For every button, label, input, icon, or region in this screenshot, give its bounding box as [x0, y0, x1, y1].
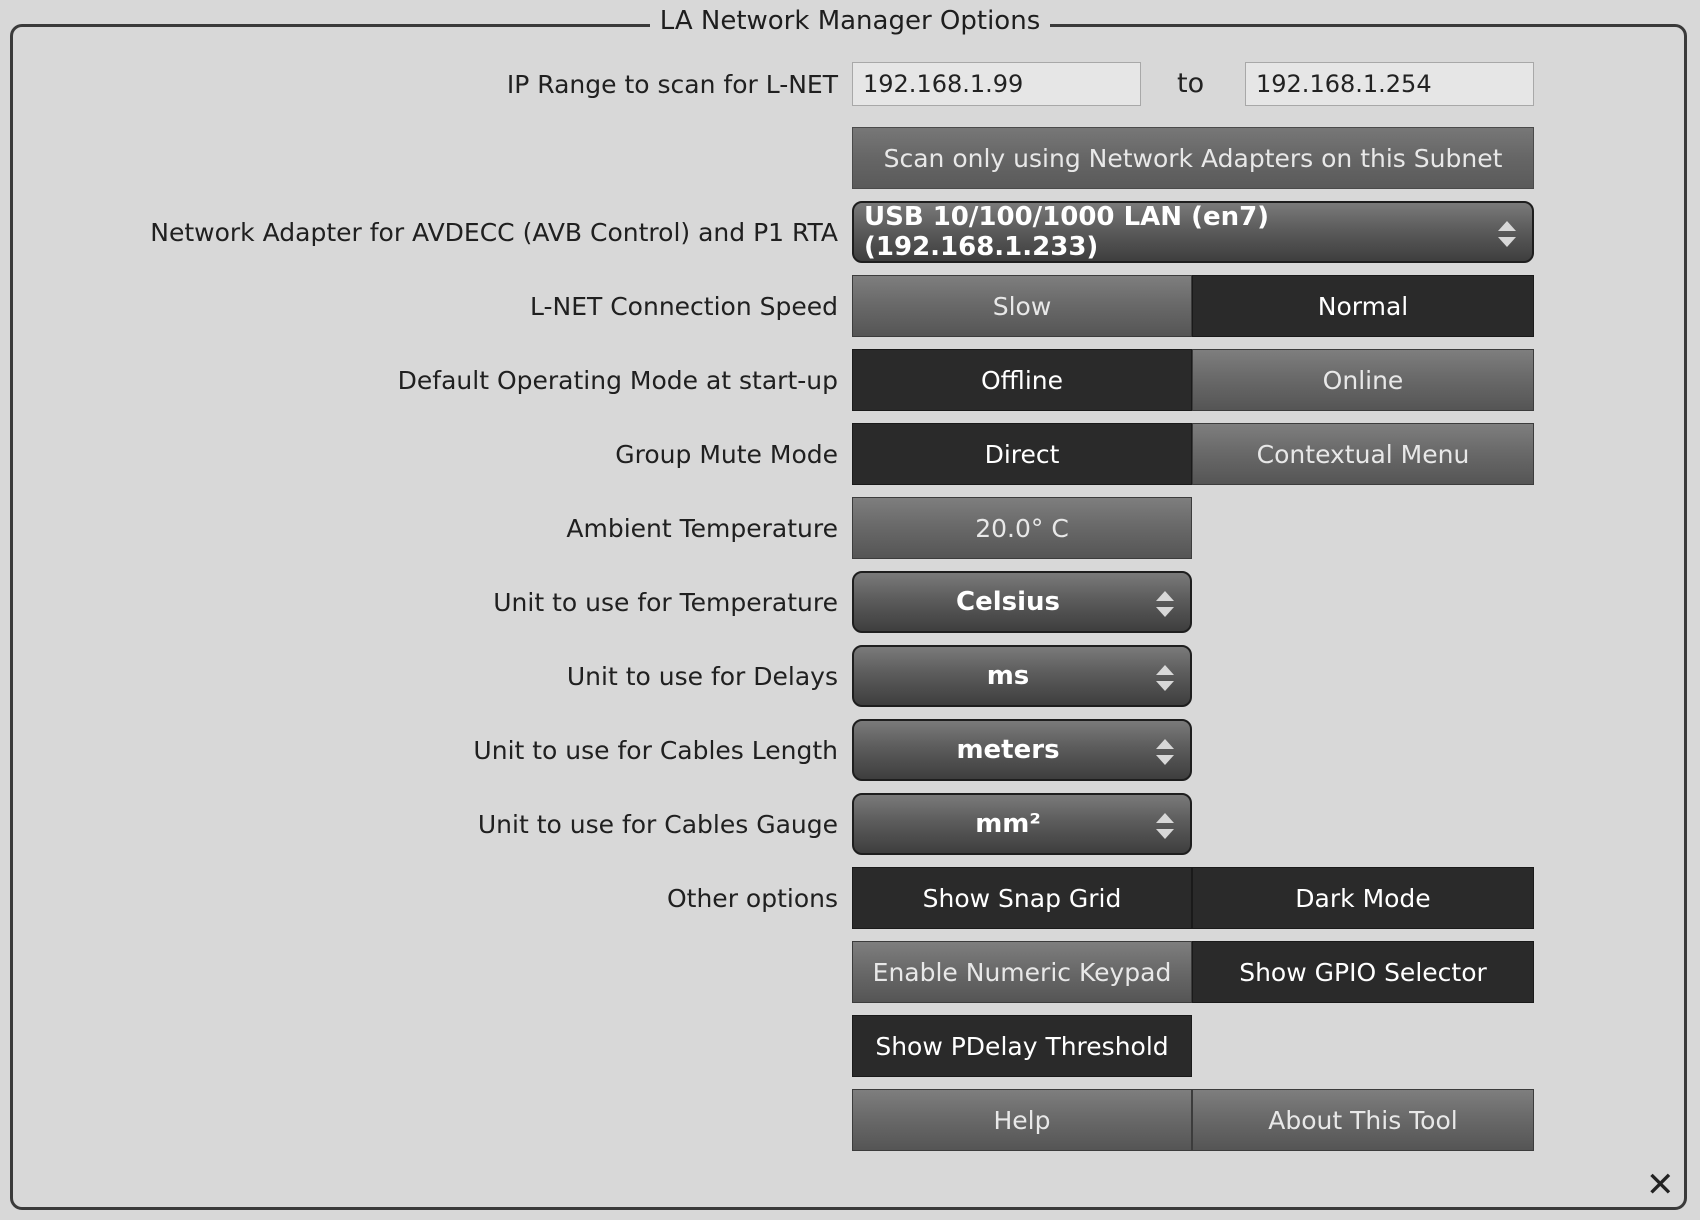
ip-range-from-input[interactable]: 192.168.1.99 — [852, 62, 1141, 106]
ambient-temperature-field[interactable]: 20.0° C — [852, 497, 1192, 559]
enable-numeric-keypad-toggle[interactable]: Enable Numeric Keypad — [852, 941, 1192, 1003]
delay-unit-select[interactable]: ms — [852, 645, 1192, 707]
speed-slow-button[interactable]: Slow — [852, 275, 1192, 337]
speed-normal-button[interactable]: Normal — [1192, 275, 1534, 337]
delay-unit-value: ms — [986, 661, 1030, 691]
other-options-label: Other options — [666, 884, 838, 913]
updown-arrows-icon — [1498, 221, 1516, 247]
temperature-unit-value: Celsius — [956, 587, 1060, 617]
group-mute-label: Group Mute Mode — [615, 440, 838, 469]
network-adapter-label: Network Adapter for AVDECC (AVB Control)… — [150, 218, 838, 247]
cable-length-unit-label: Unit to use for Cables Length — [473, 736, 838, 765]
updown-arrows-icon — [1156, 739, 1174, 765]
ip-range-label: IP Range to scan for L-NET — [506, 70, 838, 99]
show-snap-grid-toggle[interactable]: Show Snap Grid — [852, 867, 1192, 929]
about-this-tool-button[interactable]: About This Tool — [1192, 1089, 1534, 1151]
updown-arrows-icon — [1156, 665, 1174, 691]
temperature-unit-select[interactable]: Celsius — [852, 571, 1192, 633]
mute-direct-button[interactable]: Direct — [852, 423, 1192, 485]
network-adapter-value: USB 10/100/1000 LAN (en7) (192.168.1.233… — [864, 202, 1270, 262]
help-button[interactable]: Help — [852, 1089, 1192, 1151]
connection-speed-label: L-NET Connection Speed — [530, 292, 838, 321]
operating-mode-label: Default Operating Mode at start-up — [397, 366, 838, 395]
show-pdelay-threshold-toggle[interactable]: Show PDelay Threshold — [852, 1015, 1192, 1077]
show-gpio-selector-toggle[interactable]: Show GPIO Selector — [1192, 941, 1534, 1003]
ip-range-to-input[interactable]: 192.168.1.254 — [1245, 62, 1534, 106]
temperature-unit-label: Unit to use for Temperature — [493, 588, 838, 617]
mode-online-button[interactable]: Online — [1192, 349, 1534, 411]
mode-offline-button[interactable]: Offline — [852, 349, 1192, 411]
cable-gauge-unit-select[interactable]: mm² — [852, 793, 1192, 855]
window-title: LA Network Manager Options — [0, 6, 1700, 36]
mute-contextual-menu-button[interactable]: Contextual Menu — [1192, 423, 1534, 485]
cable-gauge-unit-value: mm² — [975, 809, 1041, 839]
scan-subnet-button[interactable]: Scan only using Network Adapters on this… — [852, 127, 1534, 189]
ambient-temperature-label: Ambient Temperature — [566, 514, 838, 543]
cable-length-unit-select[interactable]: meters — [852, 719, 1192, 781]
cable-gauge-unit-label: Unit to use for Cables Gauge — [477, 810, 838, 839]
cable-length-unit-value: meters — [956, 735, 1060, 765]
updown-arrows-icon — [1156, 813, 1174, 839]
updown-arrows-icon — [1156, 591, 1174, 617]
network-adapter-select[interactable]: USB 10/100/1000 LAN (en7) (192.168.1.233… — [852, 201, 1534, 263]
delay-unit-label: Unit to use for Delays — [566, 662, 838, 691]
close-icon[interactable]: ✕ — [1646, 1168, 1675, 1202]
ip-range-to-label: to — [1177, 68, 1205, 99]
dark-mode-toggle[interactable]: Dark Mode — [1192, 867, 1534, 929]
